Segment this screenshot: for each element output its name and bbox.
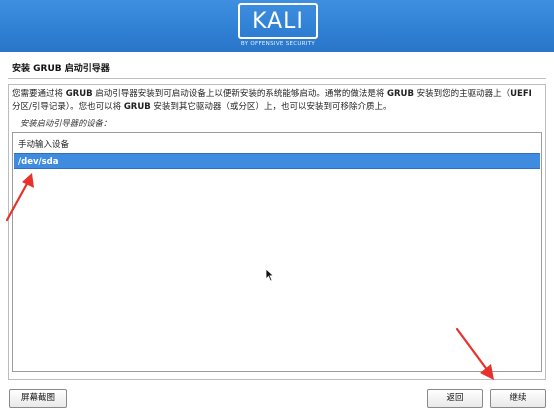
title-divider (8, 78, 546, 79)
screenshot-button[interactable]: 屏幕截图 (9, 389, 67, 408)
mouse-cursor-icon (265, 268, 275, 282)
annotation-arrow-icon (5, 173, 34, 222)
description-text: 您需要通过将 GRUB 启动引导器安装到可启动设备上以便新安装的系统能够启动。通… (12, 89, 532, 112)
logo-subtitle: BY OFFENSIVE SECURITY (240, 41, 316, 47)
continue-button[interactable]: 继续 (490, 389, 546, 408)
header-banner: KALI BY OFFENSIVE SECURITY (0, 0, 554, 52)
logo-text: KALI (252, 8, 304, 34)
back-button[interactable]: 返回 (427, 389, 483, 408)
page-title: 安装 GRUB 启动引导器 (12, 64, 110, 74)
list-item-manual-entry[interactable]: 手动输入设备 (14, 137, 540, 153)
annotation-arrow-icon (455, 327, 494, 380)
device-list-label: 安装启动引导器的设备： (20, 118, 112, 128)
kali-logo: KALI (238, 3, 318, 39)
list-item-dev-sda[interactable]: /dev/sda (14, 153, 540, 169)
